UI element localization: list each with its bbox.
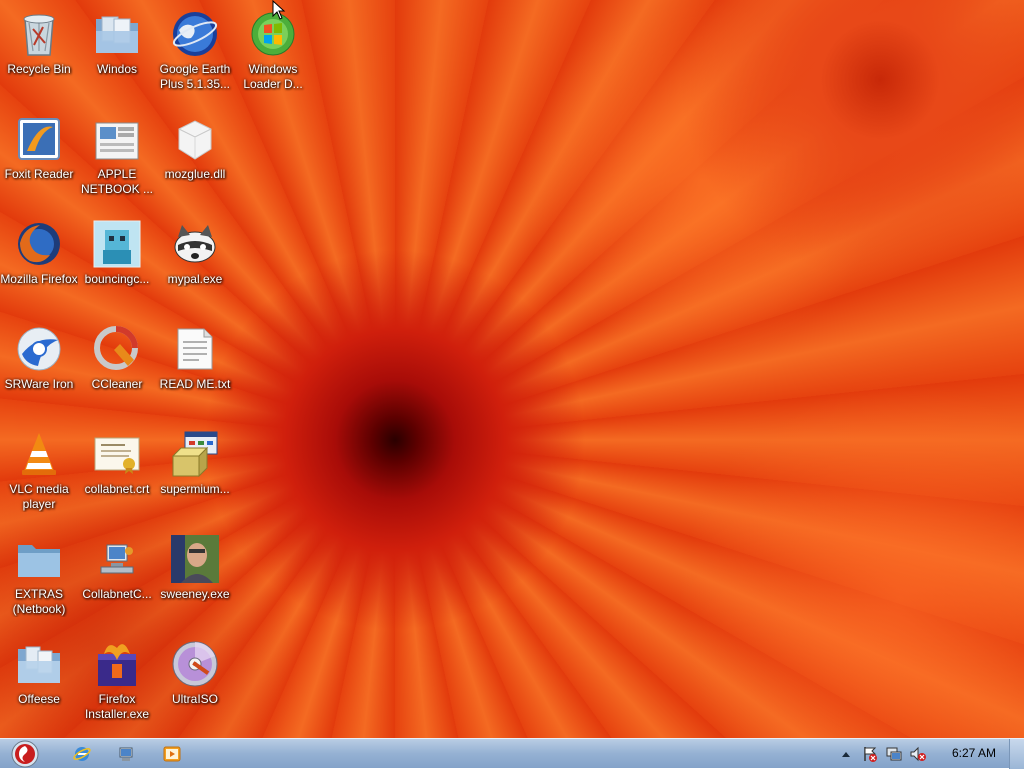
game-thumbnail-icon <box>93 220 141 268</box>
desktop-icon-recycle-bin[interactable]: Recycle Bin <box>0 6 78 106</box>
raccoon-icon <box>171 220 219 268</box>
firefox-icon <box>15 220 63 268</box>
icon-label: CCleaner <box>91 377 143 391</box>
show-hidden-icons-button[interactable] <box>838 746 854 762</box>
icon-label: Windos <box>96 62 137 76</box>
icon-label: CollabnetC... <box>82 587 152 601</box>
tray-network[interactable] <box>886 746 902 762</box>
taskbar-internet-explorer[interactable] <box>70 742 94 766</box>
desktop-icon-supermium[interactable]: supermium... <box>156 426 234 526</box>
desktop-icon-firefox[interactable]: Mozilla Firefox <box>0 216 78 316</box>
icon-label: bouncingc... <box>84 272 150 286</box>
firefox-installer-icon <box>93 640 141 688</box>
network-computer-icon <box>93 535 141 583</box>
icon-label: Offeese <box>18 692 60 706</box>
start-orb-icon <box>11 740 39 768</box>
desktop-icon-vlc[interactable]: VLC media player <box>0 426 78 526</box>
icon-label: collabnet.crt <box>84 482 150 496</box>
certificate-icon <box>93 430 141 478</box>
desktop-background[interactable]: Recycle Bin Foxit Reader Mozilla Firefox <box>0 0 1024 738</box>
text-file-icon <box>171 325 219 373</box>
icon-label: Foxit Reader <box>4 167 74 181</box>
desktop-icon-firefox-installer[interactable]: Firefox Installer.exe <box>78 636 156 736</box>
show-hidden-icon <box>842 752 850 757</box>
icon-label: Firefox Installer.exe <box>84 692 150 721</box>
icon-label: sweeney.exe <box>160 587 230 601</box>
srware-iron-icon <box>15 325 63 373</box>
desktop-icon-extras-netbook[interactable]: EXTRAS (Netbook) <box>0 531 78 631</box>
icon-label: Google Earth Plus 5.1.35... <box>159 62 231 91</box>
action-center-icon <box>864 747 877 762</box>
vlc-icon <box>15 430 63 478</box>
folder-icon <box>15 535 63 583</box>
icon-label: SRWare Iron <box>4 377 74 391</box>
desktop-icon-foxit-reader[interactable]: Foxit Reader <box>0 111 78 211</box>
desktop-icon-readme[interactable]: READ ME.txt <box>156 321 234 421</box>
taskbar-clock[interactable]: 6:27 AM <box>952 746 996 760</box>
person-photo-icon <box>171 535 219 583</box>
desktop-icon-apple-netbook[interactable]: APPLE NETBOOK ... <box>78 111 156 211</box>
taskbar: 6:27 AM <box>0 738 1024 769</box>
tray-volume[interactable] <box>910 746 926 762</box>
network-icon <box>886 747 902 761</box>
desktop-icon-mozglue[interactable]: mozglue.dll <box>156 111 234 211</box>
system-tray: 6:27 AM <box>834 739 1024 769</box>
desktop-icon-sweeney[interactable]: sweeney.exe <box>156 531 234 631</box>
taskbar-windows-explorer[interactable] <box>114 742 138 766</box>
internet-explorer-icon <box>73 747 91 761</box>
icon-label: Mozilla Firefox <box>0 272 78 286</box>
icon-label: Windows Loader D... <box>243 62 303 91</box>
volume-muted-icon <box>910 746 926 762</box>
mouse-cursor-icon <box>272 0 286 20</box>
desktop-icon-windos[interactable]: Windos <box>78 6 156 106</box>
media-player-icon <box>163 746 181 762</box>
start-button[interactable] <box>6 740 44 768</box>
desktop-icon-mypal[interactable]: mypal.exe <box>156 216 234 316</box>
icon-label: VLC media player <box>9 482 69 511</box>
icon-label: READ ME.txt <box>159 377 231 391</box>
icon-label: UltraISO <box>171 692 218 706</box>
icon-label: mypal.exe <box>167 272 223 286</box>
icon-label: APPLE NETBOOK ... <box>80 167 153 196</box>
desktop-icon-ccleaner[interactable]: CCleaner <box>78 321 156 421</box>
folder-blue-icon <box>15 640 63 688</box>
desktop-icon-srware-iron[interactable]: SRWare Iron <box>0 321 78 421</box>
desktop-icon-offeese[interactable]: Offeese <box>0 636 78 736</box>
installer-icon <box>171 430 219 478</box>
icon-label: Recycle Bin <box>7 62 71 76</box>
desktop-icon-google-earth[interactable]: Google Earth Plus 5.1.35... <box>156 6 234 106</box>
show-desktop-button[interactable] <box>1009 739 1024 769</box>
icon-label: EXTRAS (Netbook) <box>12 587 66 616</box>
disc-icon <box>171 640 219 688</box>
desktop-icon-collabnetc[interactable]: CollabnetC... <box>78 531 156 631</box>
tray-action-center[interactable] <box>862 746 878 762</box>
taskbar-media-player[interactable] <box>160 742 184 766</box>
desktop-icon-windows-loader[interactable]: Windows Loader D... <box>234 6 312 106</box>
foxit-reader-icon <box>15 115 63 163</box>
icon-label: mozglue.dll <box>164 167 226 181</box>
dll-file-icon <box>171 115 219 163</box>
desktop-icon-collabnet-crt[interactable]: collabnet.crt <box>78 426 156 526</box>
icon-label: supermium... <box>160 482 230 496</box>
folder-windows-icon <box>93 10 141 58</box>
windows-explorer-icon <box>119 747 133 761</box>
ccleaner-icon <box>93 325 141 373</box>
desktop-icon-bouncingc[interactable]: bouncingc... <box>78 216 156 316</box>
document-collection-icon <box>93 115 141 163</box>
desktop-icon-ultraiso[interactable]: UltraISO <box>156 636 234 736</box>
google-earth-icon <box>171 10 219 58</box>
recycle-bin-icon <box>15 10 63 58</box>
